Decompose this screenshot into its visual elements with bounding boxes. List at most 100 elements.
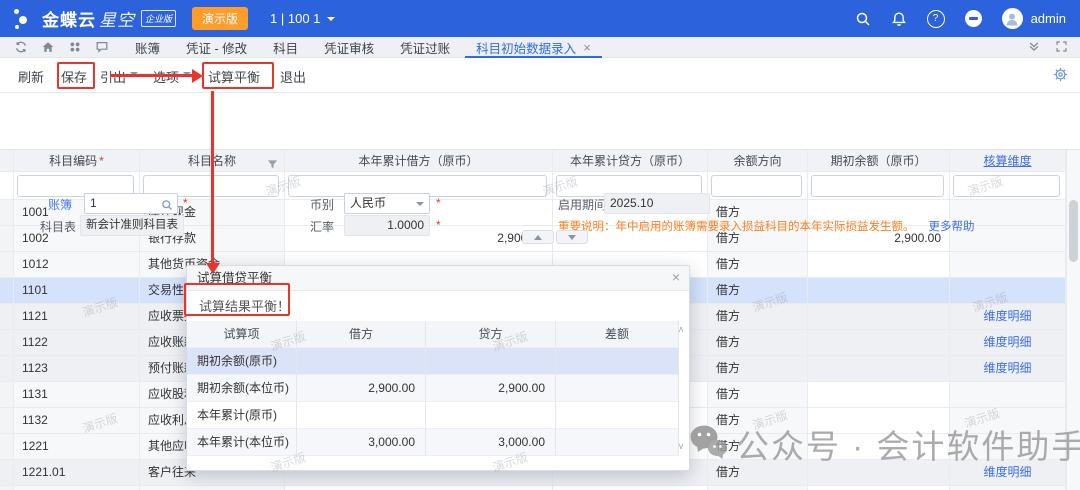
cell-direction[interactable]: 借方 [708, 330, 808, 356]
apps-grid-icon[interactable] [68, 40, 82, 54]
dialog-table-row-4[interactable]: 本年累计(本位币)3,000.003,000.00 [187, 429, 689, 456]
scroll-down-icon[interactable]: ∨ [676, 441, 686, 452]
cell-opening-balance[interactable] [808, 382, 950, 408]
fullscreen-icon[interactable] [1055, 40, 1068, 58]
book-label[interactable]: 账簿 [48, 196, 72, 213]
help-icon[interactable]: ? [927, 10, 945, 28]
refresh-button[interactable]: 刷新 [18, 67, 44, 86]
cell-dimension[interactable]: 维度明细 [950, 460, 1066, 486]
cell-opening-balance[interactable] [808, 434, 950, 460]
cell-dimension[interactable] [950, 434, 1066, 460]
tab-close-icon[interactable]: × [583, 41, 591, 54]
header-code[interactable]: 科目编码* [14, 150, 140, 172]
cell-opening-balance[interactable] [808, 408, 950, 434]
row-selector[interactable] [0, 304, 14, 330]
dimension-detail-link[interactable]: 维度明细 [983, 335, 1031, 349]
avatar[interactable] [1002, 8, 1023, 29]
cell-direction[interactable]: 借方 [708, 252, 808, 278]
header-dimension-link[interactable]: 核算维度 [950, 150, 1066, 172]
header-debit-ytd[interactable]: 本年累计借方（原币） [285, 150, 553, 172]
cell-debit-ytd[interactable] [285, 486, 553, 490]
sync-icon[interactable] [14, 40, 28, 54]
tab-2[interactable]: 凭证 - 修改 [173, 37, 260, 58]
more-help-link[interactable]: 更多帮助 [929, 218, 975, 234]
book-input[interactable]: 1 [84, 193, 178, 214]
row-selector[interactable] [0, 356, 14, 382]
cell-direction[interactable]: 借方 [708, 278, 808, 304]
dimension-detail-link[interactable]: 维度明细 [983, 309, 1031, 323]
row-selector[interactable] [0, 200, 14, 226]
cell-code[interactable]: 1221 [14, 434, 140, 460]
dialog-close-icon[interactable]: × [672, 266, 680, 289]
row-selector[interactable] [0, 408, 14, 434]
cell-dimension[interactable] [950, 252, 1066, 278]
home-icon[interactable] [41, 40, 55, 54]
cell-dimension[interactable] [950, 278, 1066, 304]
cell-code[interactable]: 1101 [14, 278, 140, 304]
message-icon[interactable] [95, 40, 109, 54]
tab-1[interactable]: 账簿 [122, 37, 173, 58]
row-selector[interactable] [0, 382, 14, 408]
notification-bell-icon[interactable] [891, 11, 907, 27]
cell-credit-ytd[interactable] [553, 486, 708, 490]
cell-direction[interactable]: 借方 [708, 408, 808, 434]
cell-opening-balance[interactable] [808, 356, 950, 382]
collapse-up-button[interactable] [522, 230, 554, 244]
search-icon[interactable] [855, 11, 871, 27]
column-filter-input[interactable] [711, 175, 802, 197]
cell-code[interactable]: 1122 [14, 330, 140, 356]
demo-version-button[interactable]: 演示版 [192, 7, 248, 30]
cell-opening-balance[interactable] [808, 252, 950, 278]
row-selector[interactable] [0, 330, 14, 356]
cell-code[interactable]: 1131 [14, 382, 140, 408]
cell-code[interactable]: 1132 [14, 408, 140, 434]
exit-button[interactable]: 退出 [280, 67, 306, 86]
cell-code[interactable]: 1121 [14, 304, 140, 330]
cell-dimension[interactable]: 维度明细 [950, 356, 1066, 382]
column-filter-input[interactable] [953, 175, 1060, 197]
status-dnd-icon[interactable] [965, 10, 982, 27]
cell-code[interactable] [14, 486, 140, 490]
cell-opening-balance[interactable] [808, 330, 950, 356]
cell-opening-balance[interactable] [808, 460, 950, 486]
header-direction[interactable]: 余额方向 [708, 150, 808, 172]
currency-select[interactable]: 人民币 [344, 193, 430, 214]
cell-opening-balance[interactable] [808, 278, 950, 304]
scroll-up-icon[interactable]: ∧ [676, 324, 686, 335]
row-selector[interactable] [0, 434, 14, 460]
row-selector[interactable] [0, 460, 14, 486]
dialog-table-row-2[interactable]: 期初余额(本位币)2,900.002,900.00 [187, 375, 689, 402]
cell-code[interactable]: 1221.01 [14, 460, 140, 486]
cell-direction[interactable]: 借方 [708, 356, 808, 382]
header-opening-balance[interactable]: 期初余额（原币） [808, 150, 950, 172]
cell-dimension[interactable] [950, 382, 1066, 408]
cell-dimension[interactable] [950, 486, 1066, 490]
collapse-tabs-icon[interactable] [1027, 39, 1041, 58]
row-selector[interactable] [0, 226, 14, 252]
cell-opening-balance[interactable] [808, 486, 950, 490]
cell-code[interactable]: 1012 [14, 252, 140, 278]
filter-funnel-icon[interactable] [267, 155, 278, 172]
row-selector[interactable] [0, 278, 14, 304]
org-switcher[interactable]: 1 | 100 1 [270, 11, 335, 26]
tab-4[interactable]: 凭证审核 [311, 37, 387, 58]
dialog-table-row-1[interactable]: 期初余额(原币) [187, 348, 689, 375]
tab-5[interactable]: 凭证过账 [387, 37, 463, 58]
cell-dimension[interactable]: 维度明细 [950, 304, 1066, 330]
row-selector[interactable] [0, 252, 14, 278]
header-credit-ytd[interactable]: 本年累计贷方（原币） [553, 150, 708, 172]
cell-direction[interactable] [708, 486, 808, 490]
username-label[interactable]: admin [1031, 11, 1066, 26]
dimension-detail-link[interactable]: 维度明细 [983, 361, 1031, 375]
cell-opening-balance[interactable] [808, 304, 950, 330]
dialog-table-row-3[interactable]: 本年累计(原币) [187, 402, 689, 429]
cell-code[interactable]: 1123 [14, 356, 140, 382]
collapse-down-button[interactable] [556, 230, 588, 244]
cell-dimension[interactable] [950, 408, 1066, 434]
cell-dimension[interactable]: 维度明细 [950, 330, 1066, 356]
cell-direction[interactable]: 借方 [708, 460, 808, 486]
cell-name[interactable] [140, 486, 285, 490]
scrollbar-thumb[interactable] [1069, 200, 1078, 262]
settings-gear-icon[interactable] [1053, 67, 1068, 87]
column-filter-input[interactable] [811, 175, 944, 197]
